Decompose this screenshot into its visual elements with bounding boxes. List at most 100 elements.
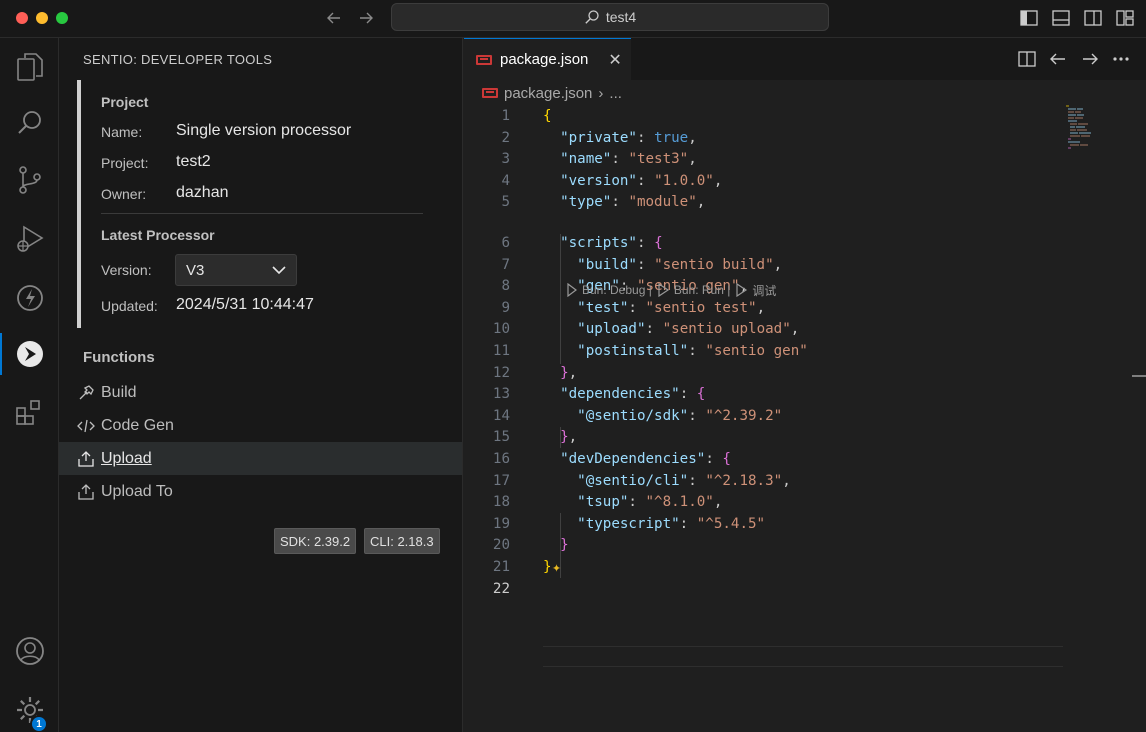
code-line[interactable]: 9 "test": "sentio test", — [464, 298, 1064, 319]
code-text: "type": "module", — [560, 194, 706, 211]
function-build-label: Build — [101, 383, 137, 401]
source-control-icon[interactable] — [0, 155, 59, 205]
toggle-secondary-sidebar-icon[interactable] — [1083, 8, 1103, 28]
sentio-icon[interactable] — [0, 329, 59, 379]
npm-icon — [482, 88, 498, 98]
line-number: 22 — [492, 580, 510, 597]
settings-gear-icon[interactable]: 1 — [0, 685, 59, 732]
function-upload-to-label: Upload To — [101, 482, 173, 500]
code-line[interactable]: 4 "version": "1.0.0", — [464, 171, 1064, 192]
play-icon — [736, 283, 748, 297]
function-upload-to[interactable]: Upload To — [59, 475, 462, 508]
line-number: 4 — [501, 172, 510, 189]
customize-layout-icon[interactable] — [1115, 8, 1135, 28]
scrollbar-marker[interactable] — [1132, 375, 1146, 377]
code-line[interactable]: 14 "@sentio/sdk": "^2.39.2" — [464, 406, 1064, 427]
line-number: 2 — [501, 129, 510, 146]
line-number: 17 — [492, 472, 510, 489]
code-line[interactable]: 19 "typescript": "^5.4.5" — [464, 514, 1064, 535]
code-line[interactable]: 22 — [464, 579, 1064, 600]
function-upload[interactable]: Upload — [59, 442, 462, 475]
line-number: 15 — [492, 429, 510, 446]
go-forward-icon[interactable] — [1080, 49, 1100, 69]
debug-icon — [567, 283, 577, 297]
run-and-debug-icon[interactable] — [0, 214, 59, 264]
project-value: test2 — [176, 153, 211, 170]
code-line[interactable]: 17 "@sentio/cli": "^2.18.3", — [464, 471, 1064, 492]
codelens-debug[interactable]: Bun: Debug | — [582, 283, 652, 297]
line-number: 11 — [492, 343, 510, 359]
line-number: 3 — [501, 151, 510, 168]
breadcrumb-more[interactable]: ... — [609, 85, 622, 102]
command-center-search[interactable]: test4 — [391, 3, 829, 31]
code-text: } — [560, 537, 569, 554]
code-line[interactable]: 21} ✦ — [464, 557, 1064, 578]
extensions-icon[interactable] — [0, 388, 59, 438]
explorer-icon[interactable] — [0, 42, 59, 92]
updated-value: 2024/5/31 10:44:47 — [176, 296, 314, 313]
code-line[interactable]: 13 "dependencies": { — [464, 384, 1064, 405]
minimap[interactable] — [1066, 104, 1106, 152]
chevron-right-icon: › — [598, 84, 604, 102]
maximize-window-button[interactable] — [56, 12, 68, 24]
tab-label: package.json — [500, 51, 589, 68]
code-text: "@sentio/cli": "^2.18.3", — [577, 472, 791, 489]
project-label: Project: — [101, 155, 149, 171]
line-number: 12 — [492, 364, 510, 381]
line-number: 16 — [492, 451, 510, 467]
close-icon[interactable]: ✕ — [608, 50, 621, 70]
lightning-icon[interactable] — [0, 273, 59, 323]
split-editor-icon[interactable] — [1017, 49, 1037, 69]
owner-value: dazhan — [176, 184, 229, 201]
code-text: "name": "test3", — [560, 151, 697, 168]
breadcrumb: package.json › ... — [482, 82, 622, 104]
toggle-panel-icon[interactable] — [1051, 8, 1071, 28]
code-line[interactable]: 20 } — [464, 535, 1064, 556]
line-number: 20 — [492, 537, 510, 554]
line-number: 1 — [501, 108, 510, 124]
breadcrumb-file[interactable]: package.json — [504, 85, 592, 102]
toggle-primary-sidebar-icon[interactable] — [1019, 8, 1039, 28]
minimize-window-button[interactable] — [36, 12, 48, 24]
codelens-run[interactable]: Bun: Run | — [674, 283, 730, 297]
play-icon — [658, 283, 669, 297]
go-back-icon[interactable] — [1048, 49, 1068, 69]
code-line[interactable]: 18 "tsup": "^8.1.0", — [464, 492, 1064, 513]
close-window-button[interactable] — [16, 12, 28, 24]
code-text: "postinstall": "sentio gen" — [577, 343, 808, 359]
account-icon[interactable] — [0, 626, 59, 676]
code-line[interactable]: 2 "private": true, — [464, 128, 1064, 149]
line-number: 18 — [492, 494, 510, 511]
code-line[interactable]: 1{ — [464, 106, 1064, 127]
sparkle-icon[interactable]: ✦ — [552, 557, 561, 578]
code-text: { — [543, 108, 552, 124]
code-line[interactable]: 15 }, — [464, 427, 1064, 448]
chevron-down-icon — [272, 266, 286, 275]
code-text: "scripts": { — [560, 235, 663, 251]
project-divider — [101, 213, 423, 214]
line-number: 14 — [492, 407, 510, 424]
code-line[interactable]: 6 "scripts": { — [464, 233, 1064, 254]
code-line[interactable]: 7 "build": "sentio build", — [464, 255, 1064, 276]
version-select[interactable]: V3 — [175, 254, 297, 286]
code-line[interactable]: 12 }, — [464, 363, 1064, 384]
code-text: "devDependencies": { — [560, 451, 731, 467]
more-actions-icon[interactable] — [1111, 49, 1131, 69]
code-line[interactable]: 10 "upload": "sentio upload", — [464, 319, 1064, 340]
function-build[interactable]: Build — [59, 376, 462, 409]
code-line[interactable]: 5 "type": "module", — [464, 192, 1064, 213]
code-line[interactable]: 16 "devDependencies": { — [464, 449, 1064, 470]
tab-package-json[interactable]: package.json ✕ — [464, 38, 631, 80]
function-code-gen-label: Code Gen — [101, 416, 174, 434]
codelens-zh[interactable]: 调试 — [752, 282, 776, 299]
forward-arrow-icon[interactable] — [355, 7, 377, 29]
back-arrow-icon[interactable] — [323, 7, 345, 29]
code-line[interactable]: 11 "postinstall": "sentio gen" — [464, 341, 1064, 362]
latest-processor-heading: Latest Processor — [101, 227, 215, 243]
search-icon[interactable] — [0, 98, 59, 148]
sdk-version-chip: SDK: 2.39.2 — [274, 528, 357, 554]
line-number: 19 — [492, 515, 510, 532]
function-code-gen[interactable]: Code Gen — [59, 409, 462, 442]
line-number: 13 — [492, 386, 510, 403]
code-line[interactable]: 3 "name": "test3", — [464, 149, 1064, 170]
